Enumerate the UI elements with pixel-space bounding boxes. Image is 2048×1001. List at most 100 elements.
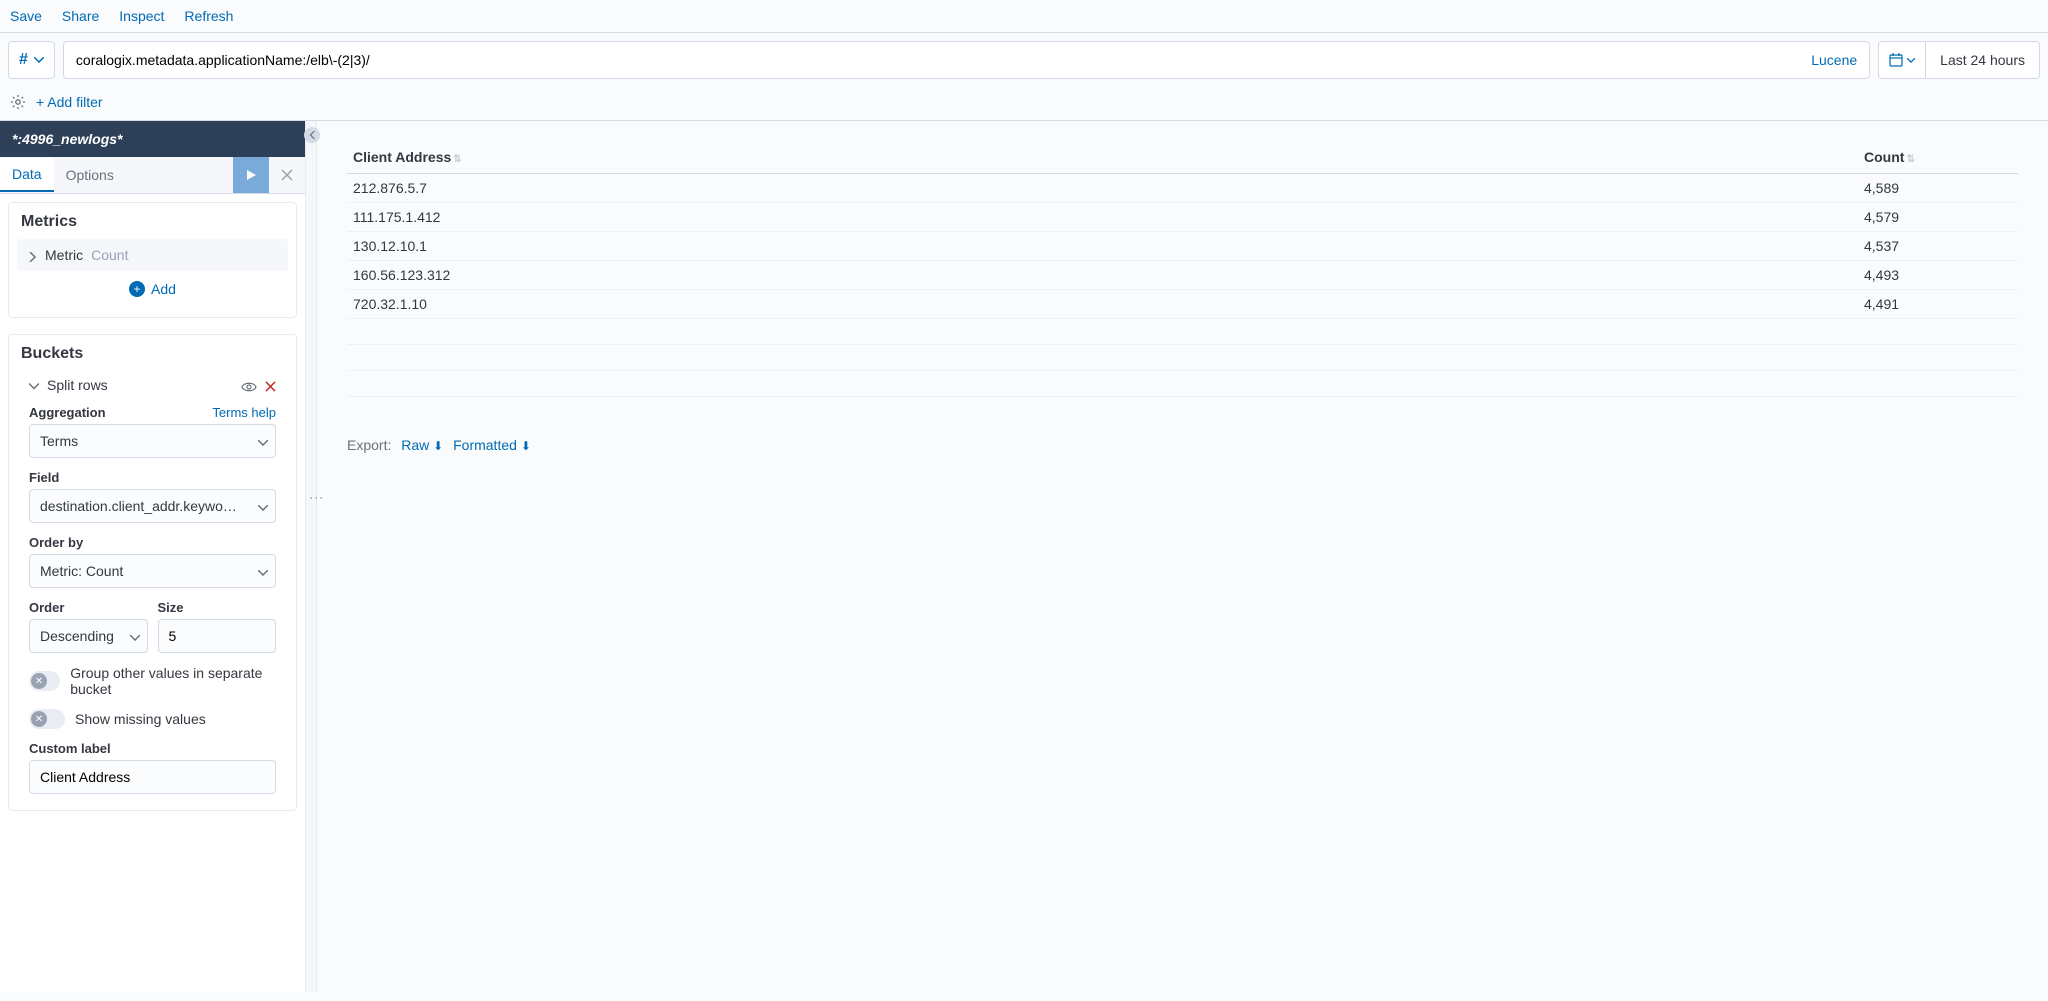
table-row-empty (347, 345, 2018, 371)
table-row-empty (347, 371, 2018, 397)
table-row[interactable]: 160.56.123.3124,493 (347, 261, 2018, 290)
sidebar-resize-handle[interactable]: ⋮ (305, 121, 317, 992)
date-quick-select-button[interactable] (1879, 42, 1926, 78)
cell-count: 4,537 (1858, 232, 2018, 261)
gear-icon (10, 94, 26, 110)
group-other-switch[interactable]: ✕ (29, 671, 60, 691)
buckets-panel: Buckets Split rows Aggregation Terms hel… (8, 334, 297, 811)
data-table: Client Address⇅ Count⇅ 212.876.5.74,5891… (347, 141, 2018, 397)
query-language-toggle[interactable]: Lucene (1811, 52, 1857, 68)
close-icon (281, 169, 293, 181)
eye-icon (241, 381, 257, 393)
column-header-count[interactable]: Count⇅ (1858, 141, 2018, 174)
query-bar: # Lucene Last 24 hours (0, 33, 2048, 87)
inspect-link[interactable]: Inspect (119, 8, 164, 24)
show-missing-switch[interactable]: ✕ (29, 709, 65, 729)
export-formatted-link[interactable]: Formatted ⬇ (453, 437, 531, 453)
refresh-link[interactable]: Refresh (184, 8, 233, 24)
cell-count: 4,491 (1858, 290, 2018, 319)
field-select[interactable]: destination.client_addr.keywo… (29, 489, 276, 523)
cell-count: 4,579 (1858, 203, 2018, 232)
download-icon: ⬇ (521, 439, 531, 453)
filter-bar: + Add filter (0, 87, 2048, 121)
group-other-label: Group other values in separate bucket (70, 665, 276, 697)
bucket-label: Split rows (47, 377, 233, 393)
custom-label-label: Custom label (29, 741, 276, 756)
show-missing-row: ✕ Show missing values (9, 703, 296, 735)
metric-label: Metric (45, 247, 83, 263)
cell-count: 4,493 (1858, 261, 2018, 290)
table-row[interactable]: 720.32.1.104,491 (347, 290, 2018, 319)
add-filter-button[interactable]: + Add filter (36, 94, 103, 110)
add-metric-label: Add (151, 281, 176, 297)
filter-glyph: # (19, 51, 28, 69)
size-input[interactable] (158, 619, 277, 653)
column-header-client-address[interactable]: Client Address⇅ (347, 141, 1858, 174)
aggregation-label: Aggregation (29, 405, 106, 420)
index-pattern-header[interactable]: *:4996_newlogs* (0, 121, 305, 157)
tab-data[interactable]: Data (0, 158, 54, 192)
cell-count: 4,589 (1858, 174, 2018, 203)
cell-client-address: 130.12.10.1 (347, 232, 1858, 261)
terms-help-link[interactable]: Terms help (212, 405, 276, 420)
cell-client-address: 720.32.1.10 (347, 290, 1858, 319)
apply-changes-button[interactable] (233, 157, 269, 193)
cell-client-address: 160.56.123.312 (347, 261, 1858, 290)
close-icon (265, 381, 276, 392)
toggle-visibility-button[interactable] (241, 377, 257, 393)
export-raw-link[interactable]: Raw ⬇ (401, 437, 443, 453)
metrics-title: Metrics (9, 203, 296, 239)
sort-icon: ⇅ (1906, 154, 1914, 165)
discard-changes-button[interactable] (269, 157, 305, 193)
top-menu: Save Share Inspect Refresh (0, 0, 2048, 33)
table-row[interactable]: 111.175.1.4124,579 (347, 203, 2018, 232)
content-area: Client Address⇅ Count⇅ 212.876.5.74,5891… (317, 121, 2048, 992)
play-icon (245, 169, 257, 181)
save-link[interactable]: Save (10, 8, 42, 24)
group-other-row: ✕ Group other values in separate bucket (9, 659, 296, 703)
bucket-header: Split rows (17, 371, 288, 399)
query-input[interactable] (76, 42, 1811, 78)
add-metric-button[interactable]: + Add (9, 271, 296, 307)
chevron-down-icon[interactable] (29, 377, 39, 393)
remove-bucket-button[interactable] (265, 377, 276, 393)
size-label: Size (158, 600, 277, 615)
download-icon: ⬇ (433, 439, 443, 453)
sidebar-tabs: Data Options (0, 157, 305, 194)
table-row[interactable]: 130.12.10.14,537 (347, 232, 2018, 261)
chevron-left-icon (309, 131, 315, 139)
tab-options[interactable]: Options (54, 159, 126, 191)
plus-circle-icon: + (129, 281, 145, 297)
filter-settings-button[interactable] (10, 93, 26, 110)
cell-client-address: 111.175.1.412 (347, 203, 1858, 232)
calendar-icon (1889, 53, 1903, 67)
date-picker: Last 24 hours (1878, 41, 2040, 79)
show-missing-label: Show missing values (75, 711, 206, 727)
metrics-panel: Metrics Metric Count + Add (8, 202, 297, 318)
date-range-label[interactable]: Last 24 hours (1926, 42, 2039, 78)
order-label: Order (29, 600, 148, 615)
custom-label-input[interactable] (29, 760, 276, 794)
share-link[interactable]: Share (62, 8, 99, 24)
sidebar: *:4996_newlogs* Data Options Metrics Met… (0, 121, 305, 992)
order-select[interactable]: Descending (29, 619, 148, 653)
field-label: Field (29, 470, 276, 485)
table-row-empty (347, 319, 2018, 345)
index-filter-button[interactable]: # (8, 41, 55, 79)
aggregation-select[interactable]: Terms (29, 424, 276, 458)
table-row[interactable]: 212.876.5.74,589 (347, 174, 2018, 203)
metric-sublabel: Count (91, 247, 128, 263)
buckets-title: Buckets (9, 335, 296, 371)
chevron-down-icon (34, 57, 44, 63)
export-label: Export: (347, 437, 391, 453)
chevron-right-icon (29, 247, 37, 263)
order-by-select[interactable]: Metric: Count (29, 554, 276, 588)
order-by-label: Order by (29, 535, 276, 550)
main: *:4996_newlogs* Data Options Metrics Met… (0, 121, 2048, 992)
cell-client-address: 212.876.5.7 (347, 174, 1858, 203)
export-row: Export: Raw ⬇ Formatted ⬇ (347, 437, 2018, 453)
drag-handle-icon: ⋮ (309, 491, 325, 504)
metric-row[interactable]: Metric Count (17, 239, 288, 271)
chevron-down-icon (1907, 58, 1915, 63)
query-input-wrapper: Lucene (63, 41, 1870, 79)
